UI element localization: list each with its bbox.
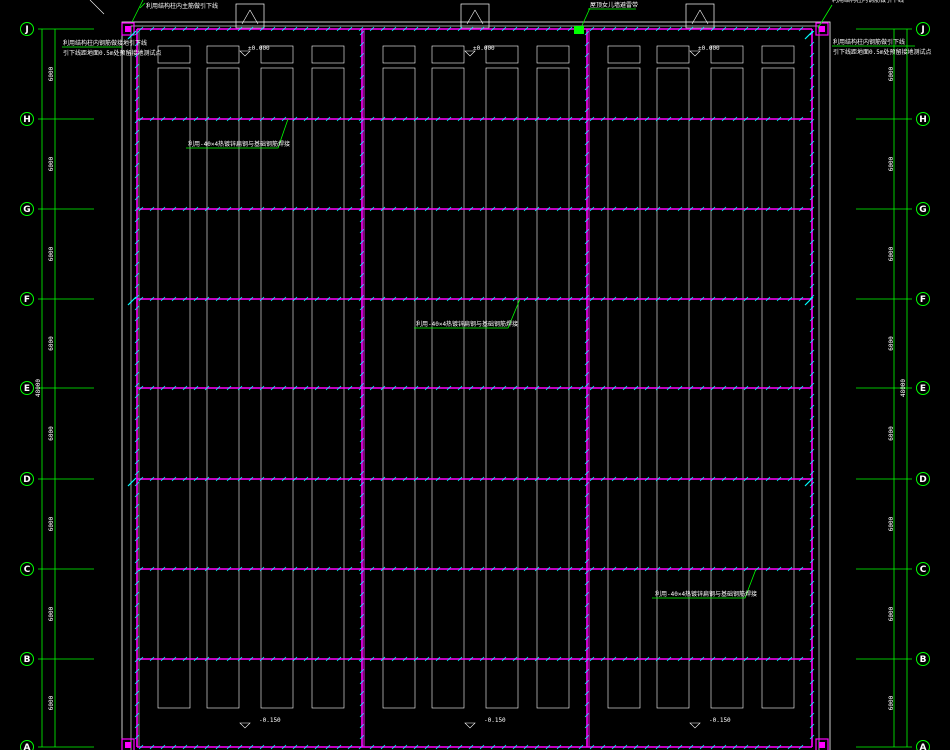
column-cap (656, 45, 690, 64)
axis-label-right: G (919, 205, 926, 215)
bay-dimension-right: 6000 (888, 426, 895, 441)
bay-dimension-left: 6000 (48, 66, 55, 81)
axis-label-left: H (23, 115, 31, 125)
bay-dimension-right: 6000 (888, 246, 895, 261)
annotation-mid-left: 利用-40×4热镀锌扁钢与基础钢筋焊接 (188, 140, 290, 148)
column-cap (206, 45, 240, 64)
elevation-bottom: -0.150 (484, 717, 506, 724)
bay-dimension-right: 6000 (888, 66, 895, 81)
bay-dimension-right: 6000 (888, 516, 895, 531)
column-cap (382, 45, 416, 64)
elevation-top: ±0.000 (473, 45, 495, 52)
bay-dimension-left: 6000 (48, 336, 55, 351)
axis-grid-layer (20, 22, 930, 750)
axis-label-right: J (920, 25, 924, 35)
test-point-core (125, 26, 131, 32)
elevation-bottom: -0.150 (259, 717, 281, 724)
column-cap (431, 45, 465, 64)
axis-label-right: H (919, 115, 927, 125)
axis-label-left: C (24, 565, 31, 575)
test-point-core (125, 742, 131, 748)
axis-label-right: E (920, 384, 926, 394)
axis-label-left: E (24, 384, 30, 394)
annotation-top-right-0: 利用结构柱内钢筋做引下线 (832, 0, 904, 4)
total-dimension-left: 48000 (35, 379, 42, 397)
down-conductor-tick (127, 296, 137, 306)
axis-label-right: B (920, 655, 927, 665)
annotation-top-left-1: 利用结构柱内主筋做引下线 (146, 2, 218, 10)
axis-label-right: F (920, 295, 926, 305)
annotation-top-right-2: 引下线距地面0.5m处预留接地测试点 (833, 48, 931, 56)
bay-dimension-left: 6000 (48, 156, 55, 171)
axis-label-right: D (919, 475, 926, 485)
axis-label-left: B (24, 655, 31, 665)
column-cap (157, 45, 191, 64)
outer-wall-outline (121, 21, 831, 750)
annotation-top-left-3: 引下线距地面0.5m处预留接地测试点 (63, 49, 161, 57)
axis-label-left: G (23, 205, 30, 215)
elevation-marker-bottom (689, 722, 701, 729)
axis-label-left: J (24, 25, 28, 35)
leader-line (579, 7, 591, 31)
roof-connection-marker (574, 26, 584, 34)
elevation-top: ±0.000 (248, 45, 270, 52)
annotation-top-right-1: 利用结构柱内钢筋做引下线 (833, 38, 905, 46)
elevation-marker-bottom (239, 722, 251, 729)
column-cap (536, 45, 570, 64)
axis-label-right: A (920, 743, 927, 750)
elevation-marker-bottom (464, 722, 476, 729)
roof-vent (685, 3, 715, 29)
roof-vent (235, 3, 265, 29)
annotation-layer: J J H H G G F F E E D D C C B B A A 6000 6000 6000 6000 6000 60… (23, 0, 931, 750)
bay-dimension-right: 6000 (888, 606, 895, 621)
elevation-bottom: -0.150 (709, 717, 731, 724)
bay-dimension-right: 6000 (888, 336, 895, 351)
axis-label-left: F (24, 295, 30, 305)
annotation-bottom-right: 利用-40×4热镀锌扁钢与基础钢筋焊接 (655, 590, 757, 598)
total-dimension-right: 48000 (900, 379, 907, 397)
annotation-mid-center: 利用-40×4热镀锌扁钢与基础钢筋焊接 (416, 320, 518, 328)
test-point-core (819, 742, 825, 748)
bay-dimension-left: 6000 (48, 606, 55, 621)
leader-line (131, 0, 144, 23)
elevation-top: ±0.000 (698, 45, 720, 52)
axis-label-right: C (920, 565, 927, 575)
annotation-top-center: 屋顶女儿墙避雷带 (590, 1, 638, 9)
axis-label-left: D (23, 475, 30, 485)
bay-dimension-left: 6000 (48, 516, 55, 531)
annotation-top-left-2: 利用结构柱内钢筋做接地引下线 (63, 39, 147, 47)
column-cap (607, 45, 641, 64)
column-cap (311, 45, 345, 64)
cad-drawing-canvas: J J H H G G F F E E D D C C B B A A 6000 6000 6000 6000 6000 60… (20, 0, 931, 750)
bay-dimension-left: 6000 (48, 246, 55, 261)
bay-dimension-left: 6000 (48, 695, 55, 710)
grounding-layer (121, 22, 829, 750)
column-cap (761, 45, 795, 64)
down-conductor-tick (127, 477, 137, 487)
axis-label-left: A (24, 743, 31, 750)
bay-dimension-right: 6000 (888, 156, 895, 171)
structure-layer (89, 0, 831, 750)
bay-dimension-left: 6000 (48, 426, 55, 441)
roof-vent (460, 3, 490, 29)
top-arrow-line (89, 0, 105, 15)
bay-dimension-right: 6000 (888, 695, 895, 710)
test-point-core (819, 26, 825, 32)
